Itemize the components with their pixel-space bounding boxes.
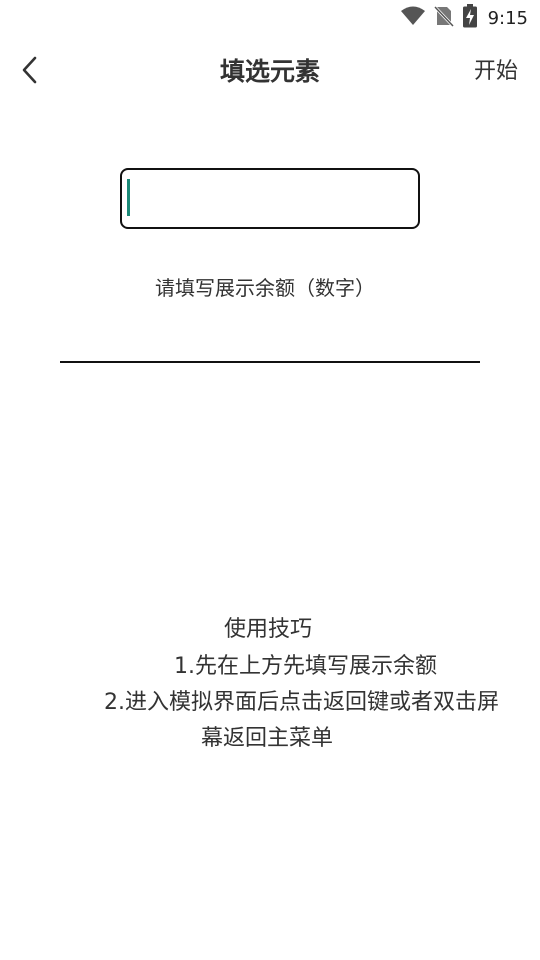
tips-heading: 使用技巧 xyxy=(224,617,313,642)
status-time: 9:15 xyxy=(487,7,528,29)
amount-input-container[interactable] xyxy=(120,168,420,229)
tips-line-3: 幕返回主菜单 xyxy=(201,726,334,751)
amount-hint-label: 请填写展示余额（数字） xyxy=(155,276,375,300)
divider xyxy=(60,361,480,363)
tips-line-2: 2.进入模拟界面后点击返回键或者双击屏 xyxy=(104,690,499,715)
wifi-icon xyxy=(400,5,426,31)
app-bar: 填选元素 开始 xyxy=(0,40,540,104)
no-sim-icon xyxy=(433,5,454,31)
status-icons: 9:15 xyxy=(400,4,528,32)
amount-input[interactable] xyxy=(122,170,418,227)
text-cursor xyxy=(127,179,130,216)
tips-line-1: 1.先在上方先填写展示余额 xyxy=(174,654,437,679)
start-button[interactable]: 开始 xyxy=(474,54,518,90)
chevron-left-icon xyxy=(20,55,40,89)
back-button[interactable] xyxy=(10,52,50,92)
battery-charging-icon xyxy=(462,4,478,32)
page-title: 填选元素 xyxy=(219,57,320,86)
status-bar: 9:15 xyxy=(0,0,540,36)
